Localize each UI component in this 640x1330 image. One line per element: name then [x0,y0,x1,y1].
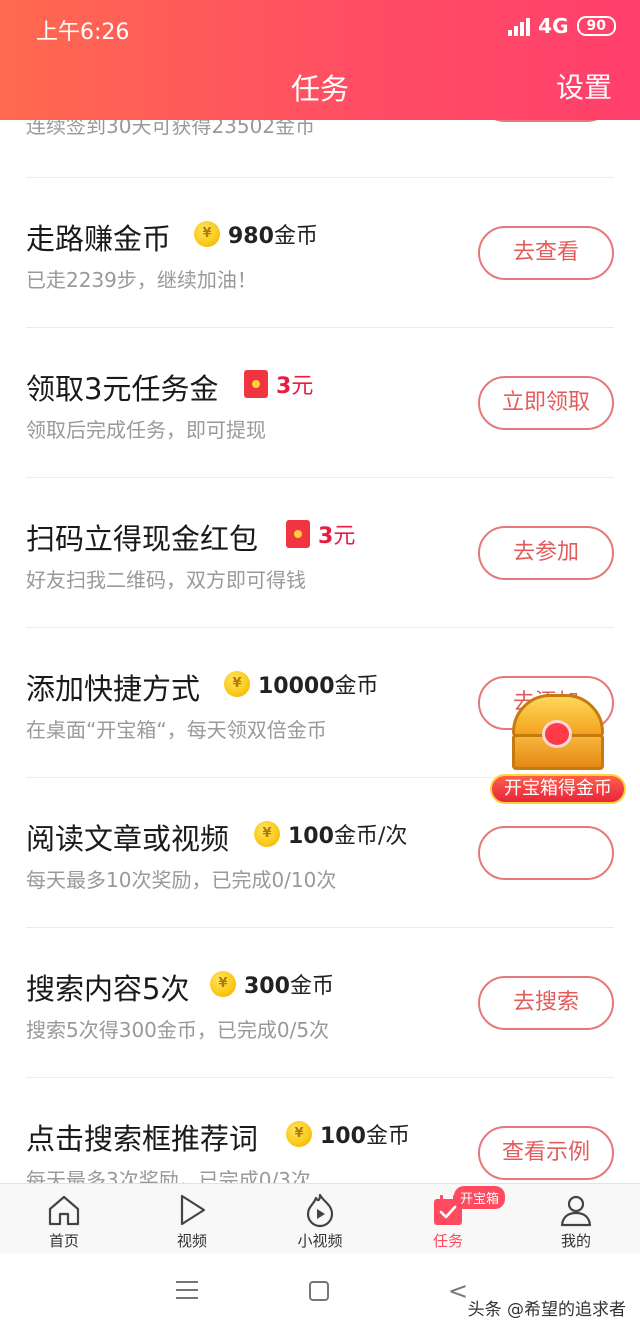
person-icon [560,1195,592,1227]
task-reward: ¥ 100金币/次 [254,818,407,850]
task-row-suggested-words: 点击搜索框推荐词 ¥ 100金币 每天最多3次奖励，已完成0/3次 查看示例 [26,1078,614,1183]
reward-unit: 金币/次 [333,824,408,849]
watermark: 头条 @希望的追求者 [467,1300,626,1320]
task-name: 添加快捷方式 [26,672,201,706]
network-type: 4G [538,14,569,38]
tab-label: 小视频 [297,1232,343,1250]
reward-value: 100 [288,824,334,849]
status-time: 上午6:26 [36,20,130,45]
coin-icon: ¥ [210,971,236,997]
reward-unit: 金币 [289,974,334,999]
task-subtitle: 在桌面“开宝箱“，每天领双倍金币 [26,718,327,742]
tab-label: 视频 [176,1232,207,1250]
page-title: 任务 [290,72,349,106]
red-envelope-icon [244,370,268,398]
reward-value: 3 [276,374,292,399]
reward-value: 3 [318,524,334,549]
task-reward: 3元 [244,368,313,400]
battery-icon: 90 [576,16,616,36]
task-subtitle: 已走2239步，继续加油！ [26,268,257,292]
task-name: 搜索内容5次 [26,972,190,1006]
coin-icon: ¥ [254,821,280,847]
reward-value: 100 [320,1124,366,1149]
task-subtitle: 连续签到30天可获得23502金币 [26,120,316,138]
view-example-button[interactable]: 查看示例 [478,1126,614,1180]
settings-button[interactable]: 设置 [556,66,612,106]
flame-play-icon [306,1193,334,1228]
tab-label: 首页 [48,1232,79,1250]
task-name: 点击搜索框推荐词 [26,1122,259,1156]
task-subtitle: 每天最多10次奖励，已完成0/10次 [26,868,337,892]
red-envelope-icon [286,520,310,548]
reward-unit: 金币 [365,1124,410,1149]
task-name: 走路赚金币 [26,222,172,256]
task-row-search: 搜索内容5次 ¥ 300金币 搜索5次得300金币，已完成0/5次 去搜索 [26,928,614,1078]
reward-unit: 元 [291,374,314,399]
system-nav-bar: < 头条 @希望的追求者 [0,1253,640,1330]
tab-mine[interactable]: 我的 [512,1184,640,1253]
reward-value: 300 [244,974,290,999]
reward-unit: 金币 [273,224,318,249]
treasure-badge: 开宝箱 [454,1186,506,1209]
checkin-task-row: 连续签到30天可获得23502金币 [26,120,614,178]
checkin-button[interactable] [478,120,614,122]
task-reward: ¥ 100金币 [286,1118,410,1150]
task-row-walk: 走路赚金币 ¥ 980金币 已走2239步，继续加油！ 去查看 [26,178,614,328]
treasure-chest-button[interactable]: 开宝箱得金币 [490,694,626,804]
reward-value: 980 [228,224,274,249]
reward-unit: 金币 [334,674,379,699]
join-button[interactable]: 去参加 [478,526,614,580]
reward-unit: 元 [333,524,356,549]
treasure-label: 开宝箱得金币 [490,774,626,804]
reward-value: 10000 [258,674,335,699]
menu-icon[interactable] [176,1281,198,1305]
tab-label: 任务 [432,1232,463,1250]
task-reward: ¥ 980金币 [194,218,318,250]
status-indicators: 4G 90 [508,14,616,38]
home-square-icon[interactable] [309,1281,329,1301]
task-list[interactable]: 连续签到30天可获得23502金币 走路赚金币 ¥ 980金币 已走2239步，… [0,120,640,1183]
heart-icon [542,720,572,748]
task-name: 阅读文章或视频 [26,822,230,856]
task-subtitle: 领取后完成任务，即可提现 [26,418,266,442]
coin-icon: ¥ [194,221,220,247]
tab-video[interactable]: 视频 [128,1184,256,1253]
claim-now-button[interactable]: 立即领取 [478,376,614,430]
task-reward: 3元 [286,518,355,550]
tab-label: 我的 [560,1232,591,1250]
task-reward: ¥ 10000金币 [224,668,379,700]
home-icon [48,1195,80,1226]
task-row-scan-code: 扫码立得现金红包 3元 好友扫我二维码，双方即可得钱 去参加 [26,478,614,628]
bottom-tab-bar: 首页 视频 小视频 开宝箱 任务 我的 [0,1183,640,1253]
task-name: 领取3元任务金 [26,372,219,406]
play-icon [180,1194,206,1226]
task-name: 扫码立得现金红包 [26,522,259,556]
task-row-task-money: 领取3元任务金 3元 领取后完成任务，即可提现 立即领取 [26,328,614,478]
read-button[interactable] [478,826,614,880]
app-header: 上午6:26 4G 90 任务 设置 [0,0,640,120]
coin-icon: ¥ [286,1121,312,1147]
task-subtitle: 搜索5次得300金币，已完成0/5次 [26,1018,330,1042]
back-icon[interactable]: < [448,1279,468,1303]
task-reward: ¥ 300金币 [210,968,334,1000]
tab-short-video[interactable]: 小视频 [256,1184,384,1253]
tab-home[interactable]: 首页 [0,1184,128,1253]
task-subtitle: 好友扫我二维码，双方即可得钱 [26,568,306,592]
coin-icon: ¥ [224,671,250,697]
view-button[interactable]: 去查看 [478,226,614,280]
signal-icon [508,16,531,36]
search-button[interactable]: 去搜索 [478,976,614,1030]
tab-tasks[interactable]: 开宝箱 任务 [384,1184,512,1253]
task-subtitle: 每天最多3次奖励，已完成0/3次 [26,1168,311,1183]
